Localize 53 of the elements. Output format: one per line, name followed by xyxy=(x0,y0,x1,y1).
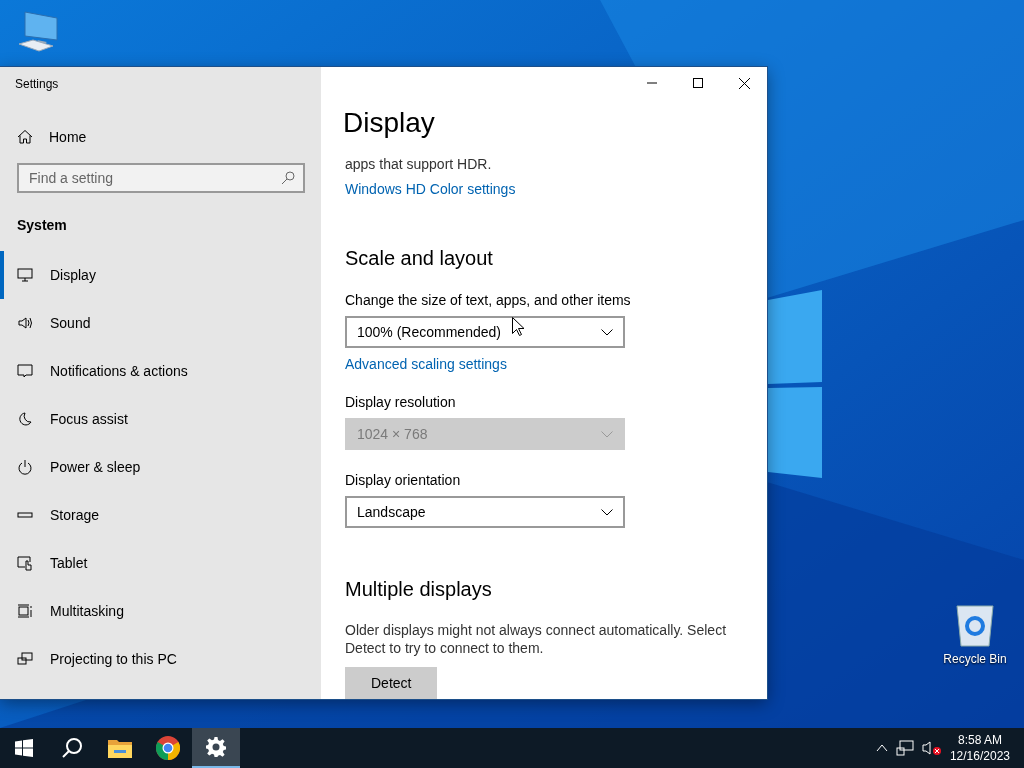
chevron-up-icon[interactable] xyxy=(875,744,888,752)
sidebar-item[interactable]: Tablet xyxy=(0,539,321,587)
settings-icon xyxy=(206,737,226,757)
focus-icon xyxy=(17,411,33,427)
power-icon xyxy=(17,459,33,475)
sidebar-item[interactable]: Sound xyxy=(0,299,321,347)
sidebar-item[interactable]: Notifications & actions xyxy=(0,347,321,395)
field-label: Display orientation xyxy=(345,472,461,488)
chevron-down-icon xyxy=(601,508,613,516)
recycle-bin-icon xyxy=(955,602,995,648)
description-text: apps that support HDR. xyxy=(345,155,492,173)
sidebar-item[interactable]: Projecting to this PC xyxy=(0,635,321,683)
folder-icon xyxy=(108,738,132,758)
sound-icon xyxy=(17,315,33,331)
volume-muted-icon[interactable] xyxy=(921,740,942,756)
search-icon xyxy=(61,737,83,759)
field-label: Display resolution xyxy=(345,394,456,410)
clock[interactable]: 8:58 AM 12/16/2023 xyxy=(949,732,1010,764)
field-label: Change the size of text, apps, and other items xyxy=(345,292,631,308)
recycle-bin-label[interactable]: Recycle Bin xyxy=(943,652,1007,666)
sidebar-item[interactable]: Storage xyxy=(0,491,321,539)
home-icon xyxy=(17,129,33,145)
dropdown[interactable]: Landscape xyxy=(345,496,625,528)
detect-button[interactable]: Detect xyxy=(345,667,438,699)
windows-icon xyxy=(15,739,33,757)
home-link[interactable]: Home xyxy=(17,129,321,145)
settings-link[interactable]: Windows HD Color settings xyxy=(345,181,516,197)
chevron-down-icon xyxy=(601,328,613,336)
maximize-icon xyxy=(693,78,703,88)
search-icon xyxy=(281,171,295,185)
section-heading: Scale and layout xyxy=(345,247,493,270)
sidebar-item[interactable]: Focus assist xyxy=(0,395,321,443)
network-icon[interactable] xyxy=(895,740,914,756)
search-field[interactable]: Find a setting xyxy=(17,163,305,193)
chrome-icon xyxy=(156,736,180,760)
multitasking-icon xyxy=(17,603,33,619)
window-title: Settings xyxy=(15,77,60,91)
close-icon xyxy=(738,77,750,89)
section-heading: System xyxy=(17,217,68,233)
cursor-icon xyxy=(512,317,524,336)
sidebar-item[interactable]: Power & sleep xyxy=(0,443,321,491)
projecting-icon xyxy=(17,651,33,667)
description-text: Older displays might not always connect automatically. Select Detect to try to connect to them. xyxy=(345,621,727,657)
section-heading: Multiple displays xyxy=(345,578,492,601)
chevron-down-icon xyxy=(601,430,613,438)
display-icon xyxy=(17,267,33,283)
settings-link[interactable]: Advanced scaling settings xyxy=(345,356,507,372)
notifications-icon xyxy=(17,363,33,379)
page-title: Display xyxy=(343,107,436,139)
dropdown[interactable]: 100% (Recommended) xyxy=(345,316,625,348)
sidebar-item[interactable]: Multitasking xyxy=(0,587,321,635)
taskbar-button[interactable] xyxy=(192,728,240,768)
tablet-icon xyxy=(17,555,33,571)
